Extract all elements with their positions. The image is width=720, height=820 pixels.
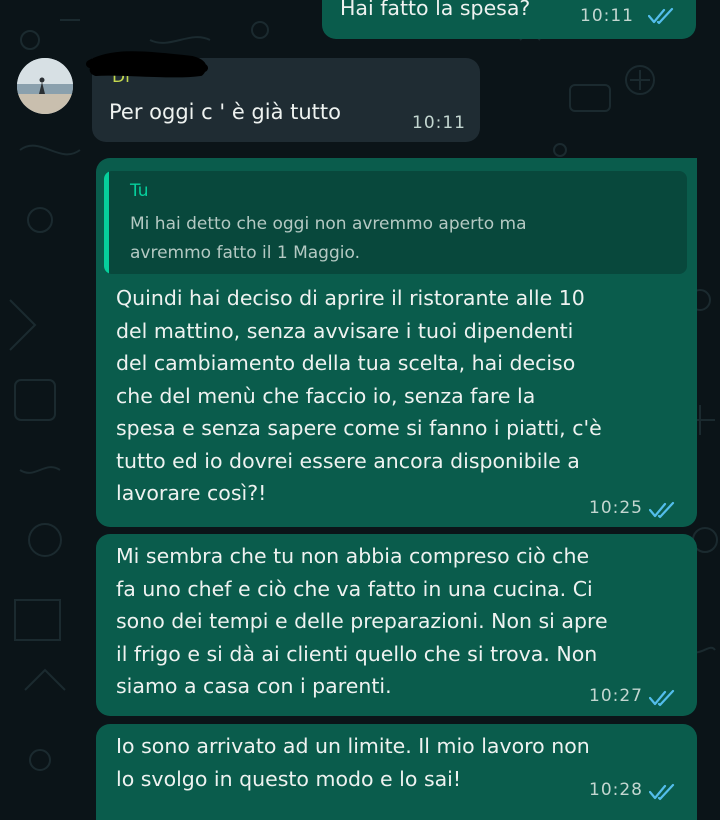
scribble-redaction (86, 51, 208, 78)
double-check-icon (649, 689, 675, 707)
message-time: 10:25 (589, 498, 643, 518)
message-bubble-outgoing[interactable]: Tu Mi hai detto che oggi non avremmo ape… (96, 158, 697, 527)
message-text: Io sono arrivato ad un limite. Il mio la… (116, 734, 590, 791)
double-check-icon (648, 7, 674, 25)
quote-author: Tu (130, 181, 149, 201)
avatar[interactable] (17, 58, 73, 114)
message-time: 10:11 (580, 6, 634, 26)
message-text: Quindi hai deciso di aprire il ristorant… (116, 286, 602, 505)
message-bubble-incoming[interactable]: Di Per oggi c ' è già tutto 10:11 (86, 51, 480, 142)
message-time: 10:11 (412, 113, 466, 133)
double-check-icon (649, 783, 675, 801)
message-time: 10:28 (589, 780, 643, 800)
message-text: Mi sembra che tu non abbia compreso ciò … (116, 544, 608, 698)
message-bubble-outgoing[interactable]: Hai fatto la spesa? 10:11 (322, 0, 696, 39)
message-text: Hai fatto la spesa? (340, 0, 531, 20)
message-time: 10:27 (589, 686, 643, 706)
quote-text: Mi hai detto che oggi non avremmo aperto… (130, 214, 527, 263)
message-text: Per oggi c ' è già tutto (109, 100, 341, 124)
quoted-message[interactable]: Tu Mi hai detto che oggi non avremmo ape… (104, 171, 687, 274)
message-bubble-outgoing[interactable]: Io sono arrivato ad un limite. Il mio la… (96, 724, 697, 820)
double-check-icon (649, 501, 675, 519)
message-bubble-outgoing[interactable]: Mi sembra che tu non abbia compreso ciò … (96, 534, 697, 716)
quote-accent-bar (104, 171, 109, 274)
